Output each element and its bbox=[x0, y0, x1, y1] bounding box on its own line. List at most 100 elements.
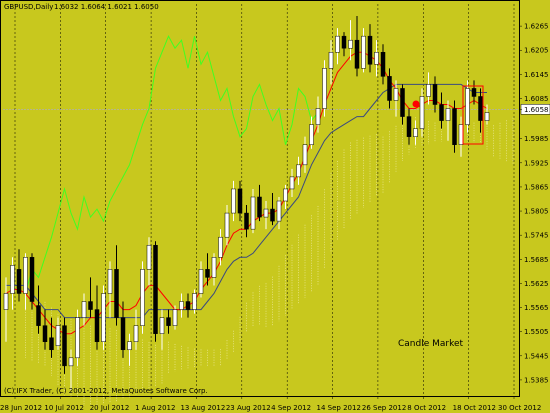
x-tick-label: 4 Sep 2012 bbox=[271, 404, 311, 412]
candle-body bbox=[439, 104, 444, 121]
candle-body bbox=[107, 269, 113, 294]
candle-body bbox=[478, 96, 483, 121]
candle-body bbox=[244, 212, 249, 230]
watermark: Candle Market bbox=[398, 339, 464, 349]
candle-body bbox=[198, 269, 204, 294]
x-tick-label: 8 Oct 2012 bbox=[407, 404, 446, 412]
candle-body bbox=[179, 301, 184, 310]
candle-body bbox=[133, 325, 139, 342]
x-axis: 28 Jun 2012 10 Jul 2012 20 Jul 2012 1 Aug 2… bbox=[0, 396, 541, 412]
candles bbox=[3, 16, 490, 390]
x-tick-label: 10 Jul 2012 bbox=[44, 404, 84, 412]
candle-body bbox=[3, 293, 9, 310]
y-tick-label: 1.6205 bbox=[524, 47, 549, 55]
chart-window: GBPUSD,Daily 1.6032 1.6064 1.6021 1.6050… bbox=[0, 0, 550, 413]
y-tick-label: 1.5745 bbox=[524, 232, 549, 240]
candle-body bbox=[205, 269, 210, 278]
candle-body bbox=[101, 293, 106, 342]
y-tick-label: 1.5625 bbox=[524, 280, 549, 288]
candle-body bbox=[413, 128, 418, 137]
x-tick-label: 1 Aug 2012 bbox=[135, 404, 175, 412]
candle-body bbox=[270, 208, 275, 222]
candle-body bbox=[224, 212, 230, 238]
candle-body bbox=[55, 325, 61, 347]
candle-body bbox=[16, 269, 22, 294]
signal-dot bbox=[412, 100, 420, 108]
y-tick-label: 1.5505 bbox=[524, 328, 549, 336]
candle-body bbox=[289, 176, 295, 190]
x-tick-label: 23 Aug 2012 bbox=[226, 404, 271, 412]
ichimoku-chart: GBPUSD,Daily 1.6032 1.6064 1.6021 1.6050… bbox=[0, 0, 550, 412]
candle-body bbox=[348, 39, 353, 49]
y-tick-label: 1.5385 bbox=[524, 376, 549, 384]
x-tick-label: 18 Oct 2012 bbox=[453, 404, 496, 412]
candle-body bbox=[10, 265, 15, 294]
x-tick-label: 28 Jun 2012 bbox=[0, 404, 42, 412]
candle-body bbox=[361, 35, 366, 69]
y-axis: 1.6265 1.6205 1.6145 1.6085 1.6058 1.5985 1.59… bbox=[519, 23, 550, 384]
candle-body bbox=[484, 112, 490, 121]
candle-body bbox=[387, 76, 392, 101]
candle-body bbox=[42, 325, 48, 342]
candle-body bbox=[29, 257, 35, 302]
candle-body bbox=[62, 325, 67, 367]
candle-body bbox=[367, 35, 373, 65]
candle-body bbox=[49, 337, 54, 351]
candle-body bbox=[68, 357, 74, 367]
y-tick-label: 1.5865 bbox=[524, 183, 549, 191]
candle-body bbox=[296, 164, 301, 178]
candle-body bbox=[146, 244, 152, 270]
x-tick-label: 14 Sep 2012 bbox=[317, 404, 361, 412]
candle-body bbox=[172, 309, 178, 326]
y-tick-label: 1.6265 bbox=[524, 23, 549, 31]
candle-body bbox=[335, 35, 340, 53]
y-tick-label: 1.6085 bbox=[524, 95, 549, 103]
y-tick-label: 1.5565 bbox=[524, 304, 549, 312]
y-tick-label: 1.6058 bbox=[524, 106, 549, 114]
candle-body bbox=[120, 317, 126, 351]
candle-body bbox=[263, 208, 269, 218]
candle-body bbox=[88, 301, 93, 310]
y-tick-label: 1.5445 bbox=[524, 352, 549, 360]
candle-body bbox=[153, 244, 158, 334]
x-tick-label: 30 Oct 2012 bbox=[498, 404, 541, 412]
candle-body bbox=[406, 116, 412, 137]
candle-body bbox=[302, 144, 308, 166]
x-tick-label: 26 Sep 2012 bbox=[362, 404, 406, 412]
candle-body bbox=[380, 51, 386, 77]
tenkan-line bbox=[5, 51, 488, 335]
candle-body bbox=[211, 257, 217, 278]
candle-body bbox=[452, 108, 457, 145]
y-tick-label: 1.5925 bbox=[524, 159, 549, 167]
candle-body bbox=[231, 188, 236, 214]
x-tick-label: 20 Jul 2012 bbox=[90, 404, 130, 412]
indicator-lines bbox=[5, 35, 488, 335]
y-tick-label: 1.5985 bbox=[524, 135, 549, 143]
candle-body bbox=[159, 317, 165, 334]
candle-body bbox=[114, 269, 119, 318]
candle-body bbox=[341, 35, 347, 49]
candle-body bbox=[94, 309, 100, 342]
chikou-line bbox=[25, 35, 319, 294]
candle-body bbox=[36, 305, 41, 326]
y-tick-label: 1.5685 bbox=[524, 256, 549, 264]
grid-lines bbox=[14, 4, 515, 394]
candle-body bbox=[81, 301, 87, 318]
ichimoku-cloud bbox=[25, 117, 514, 407]
candle-body bbox=[276, 200, 282, 222]
candle-body bbox=[283, 188, 288, 202]
candle-body bbox=[166, 317, 171, 326]
candle-body bbox=[23, 257, 28, 294]
candle-body bbox=[471, 88, 477, 97]
y-tick-label: 1.6145 bbox=[524, 71, 549, 79]
candle-body bbox=[127, 341, 132, 351]
candle-body bbox=[140, 269, 145, 326]
candle-body bbox=[250, 196, 256, 230]
candle-body bbox=[257, 196, 262, 218]
copyright: (C) IFX Trader, (C) 2001-2012, MetaQuote… bbox=[4, 387, 208, 395]
candle-body bbox=[400, 88, 405, 117]
candle-body bbox=[458, 124, 464, 145]
candle-body bbox=[432, 84, 438, 105]
candle-body bbox=[354, 39, 360, 69]
ohlc-readout: 1.6032 1.6064 1.6021 1.6050 bbox=[54, 3, 159, 11]
